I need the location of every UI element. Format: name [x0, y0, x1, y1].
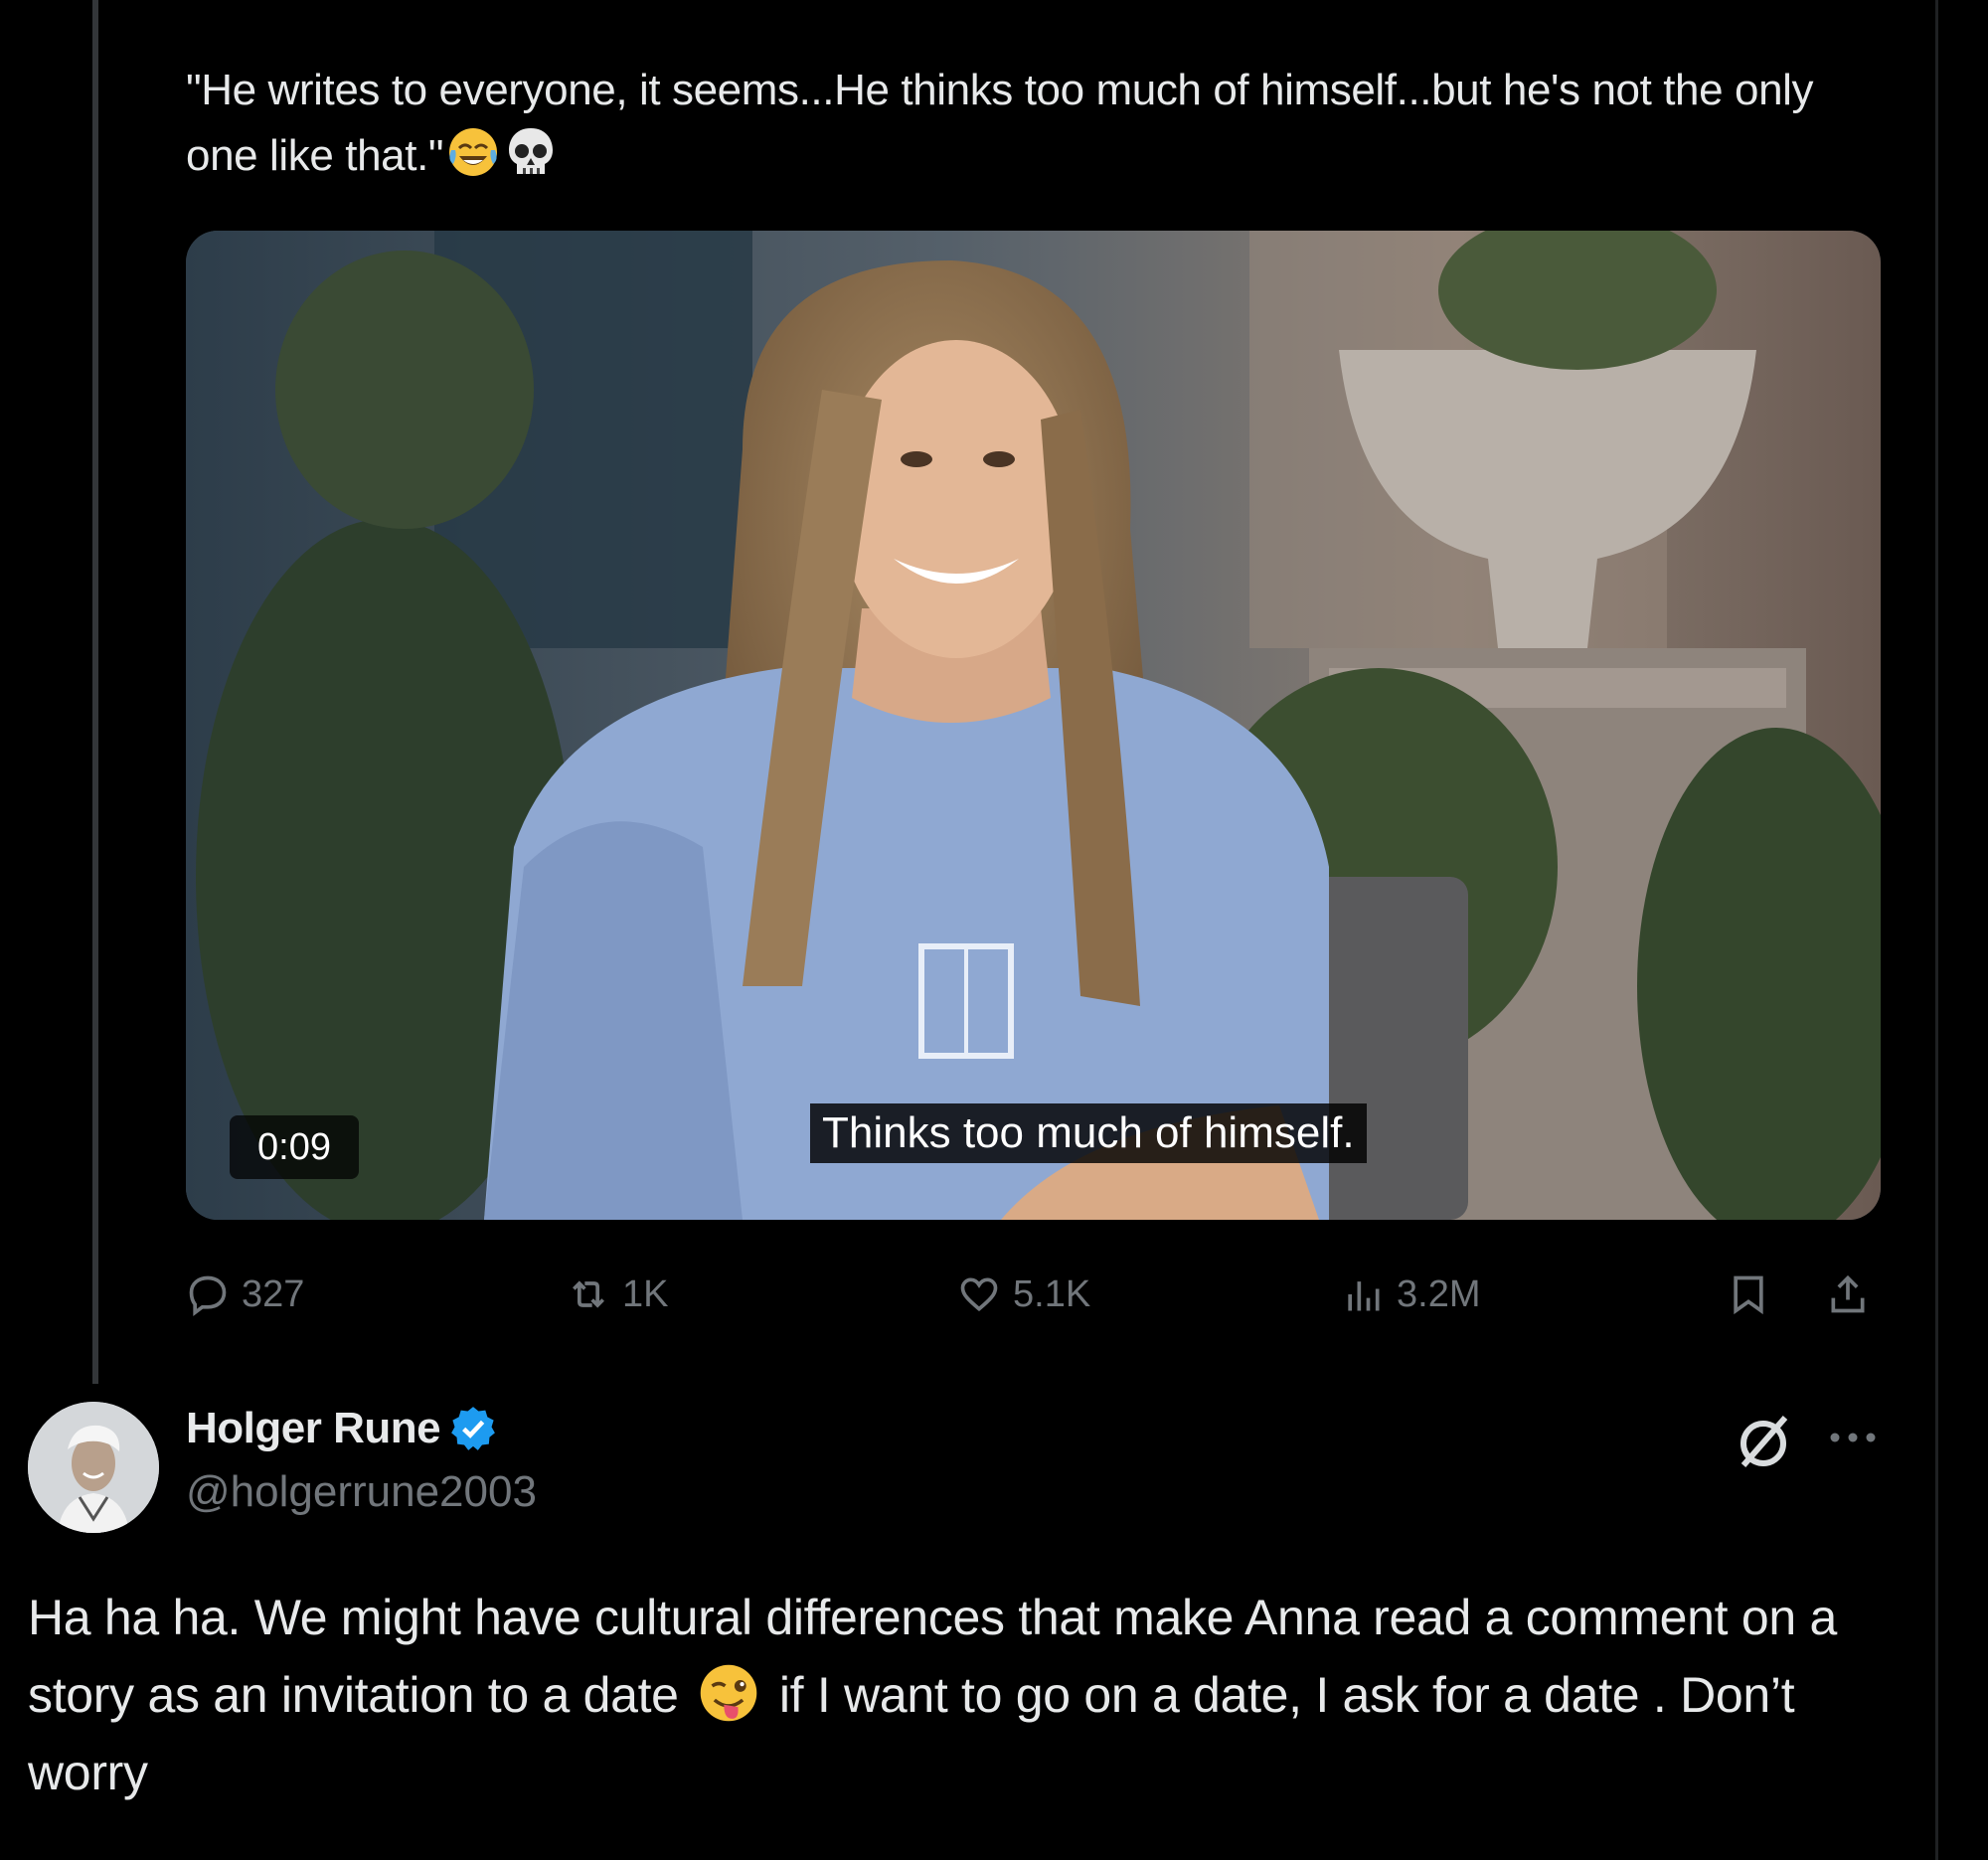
quoted-tweet-body: "He writes to everyone, it seems...He th… — [186, 66, 1814, 180]
reply-icon — [189, 1275, 227, 1316]
heart-icon — [960, 1277, 998, 1312]
reply-count: 327 — [242, 1272, 305, 1315]
tears-of-joy-emoji-icon — [449, 128, 498, 176]
quoted-tweet-text: "He writes to everyone, it seems...He th… — [186, 58, 1896, 189]
profile-photo — [28, 1402, 159, 1533]
video-timestamp: 0:09 — [230, 1115, 359, 1179]
timeline-border — [1935, 0, 1938, 1860]
verified-badge-icon[interactable] — [448, 1404, 498, 1453]
winking-face-with-tongue-emoji-icon — [700, 1664, 757, 1722]
like-button[interactable]: 5.1K — [957, 1263, 1090, 1326]
share-icon — [1831, 1274, 1865, 1313]
user-handle[interactable]: @holgerrune2003 — [186, 1467, 537, 1517]
reply-button[interactable]: 327 — [186, 1263, 304, 1326]
bookmark-icon — [1734, 1275, 1763, 1315]
view-count: 3.2M — [1397, 1272, 1481, 1315]
more-options-icon[interactable] — [1825, 1418, 1881, 1457]
display-name[interactable]: Holger Rune — [186, 1404, 441, 1453]
tweet-action-bar: 327 1K 5.1K 3.2M — [186, 1263, 1881, 1326]
reply-tweet-text: Ha ha ha. We might have cultural differe… — [28, 1579, 1916, 1811]
video-subtitle: Thinks too much of himself. — [810, 1103, 1367, 1163]
skull-emoji-icon — [509, 128, 554, 174]
video-player[interactable]: 0:09 Thinks too much of himself. — [186, 231, 1881, 1220]
reply-author: Holger Rune — [186, 1404, 498, 1453]
thread-connector-line — [92, 0, 98, 1384]
repost-button[interactable]: 1K — [567, 1263, 668, 1326]
avatar[interactable] — [28, 1402, 159, 1533]
bookmark-button[interactable] — [1727, 1263, 1770, 1326]
share-button[interactable] — [1826, 1263, 1870, 1326]
views-button[interactable]: 3.2M — [1341, 1263, 1480, 1326]
grok-icon[interactable] — [1732, 1410, 1795, 1473]
analytics-icon — [1348, 1281, 1380, 1311]
like-count: 5.1K — [1013, 1272, 1091, 1315]
video-frame-image — [186, 231, 1881, 1220]
repost-count: 1K — [622, 1272, 669, 1315]
repost-icon — [573, 1280, 604, 1308]
